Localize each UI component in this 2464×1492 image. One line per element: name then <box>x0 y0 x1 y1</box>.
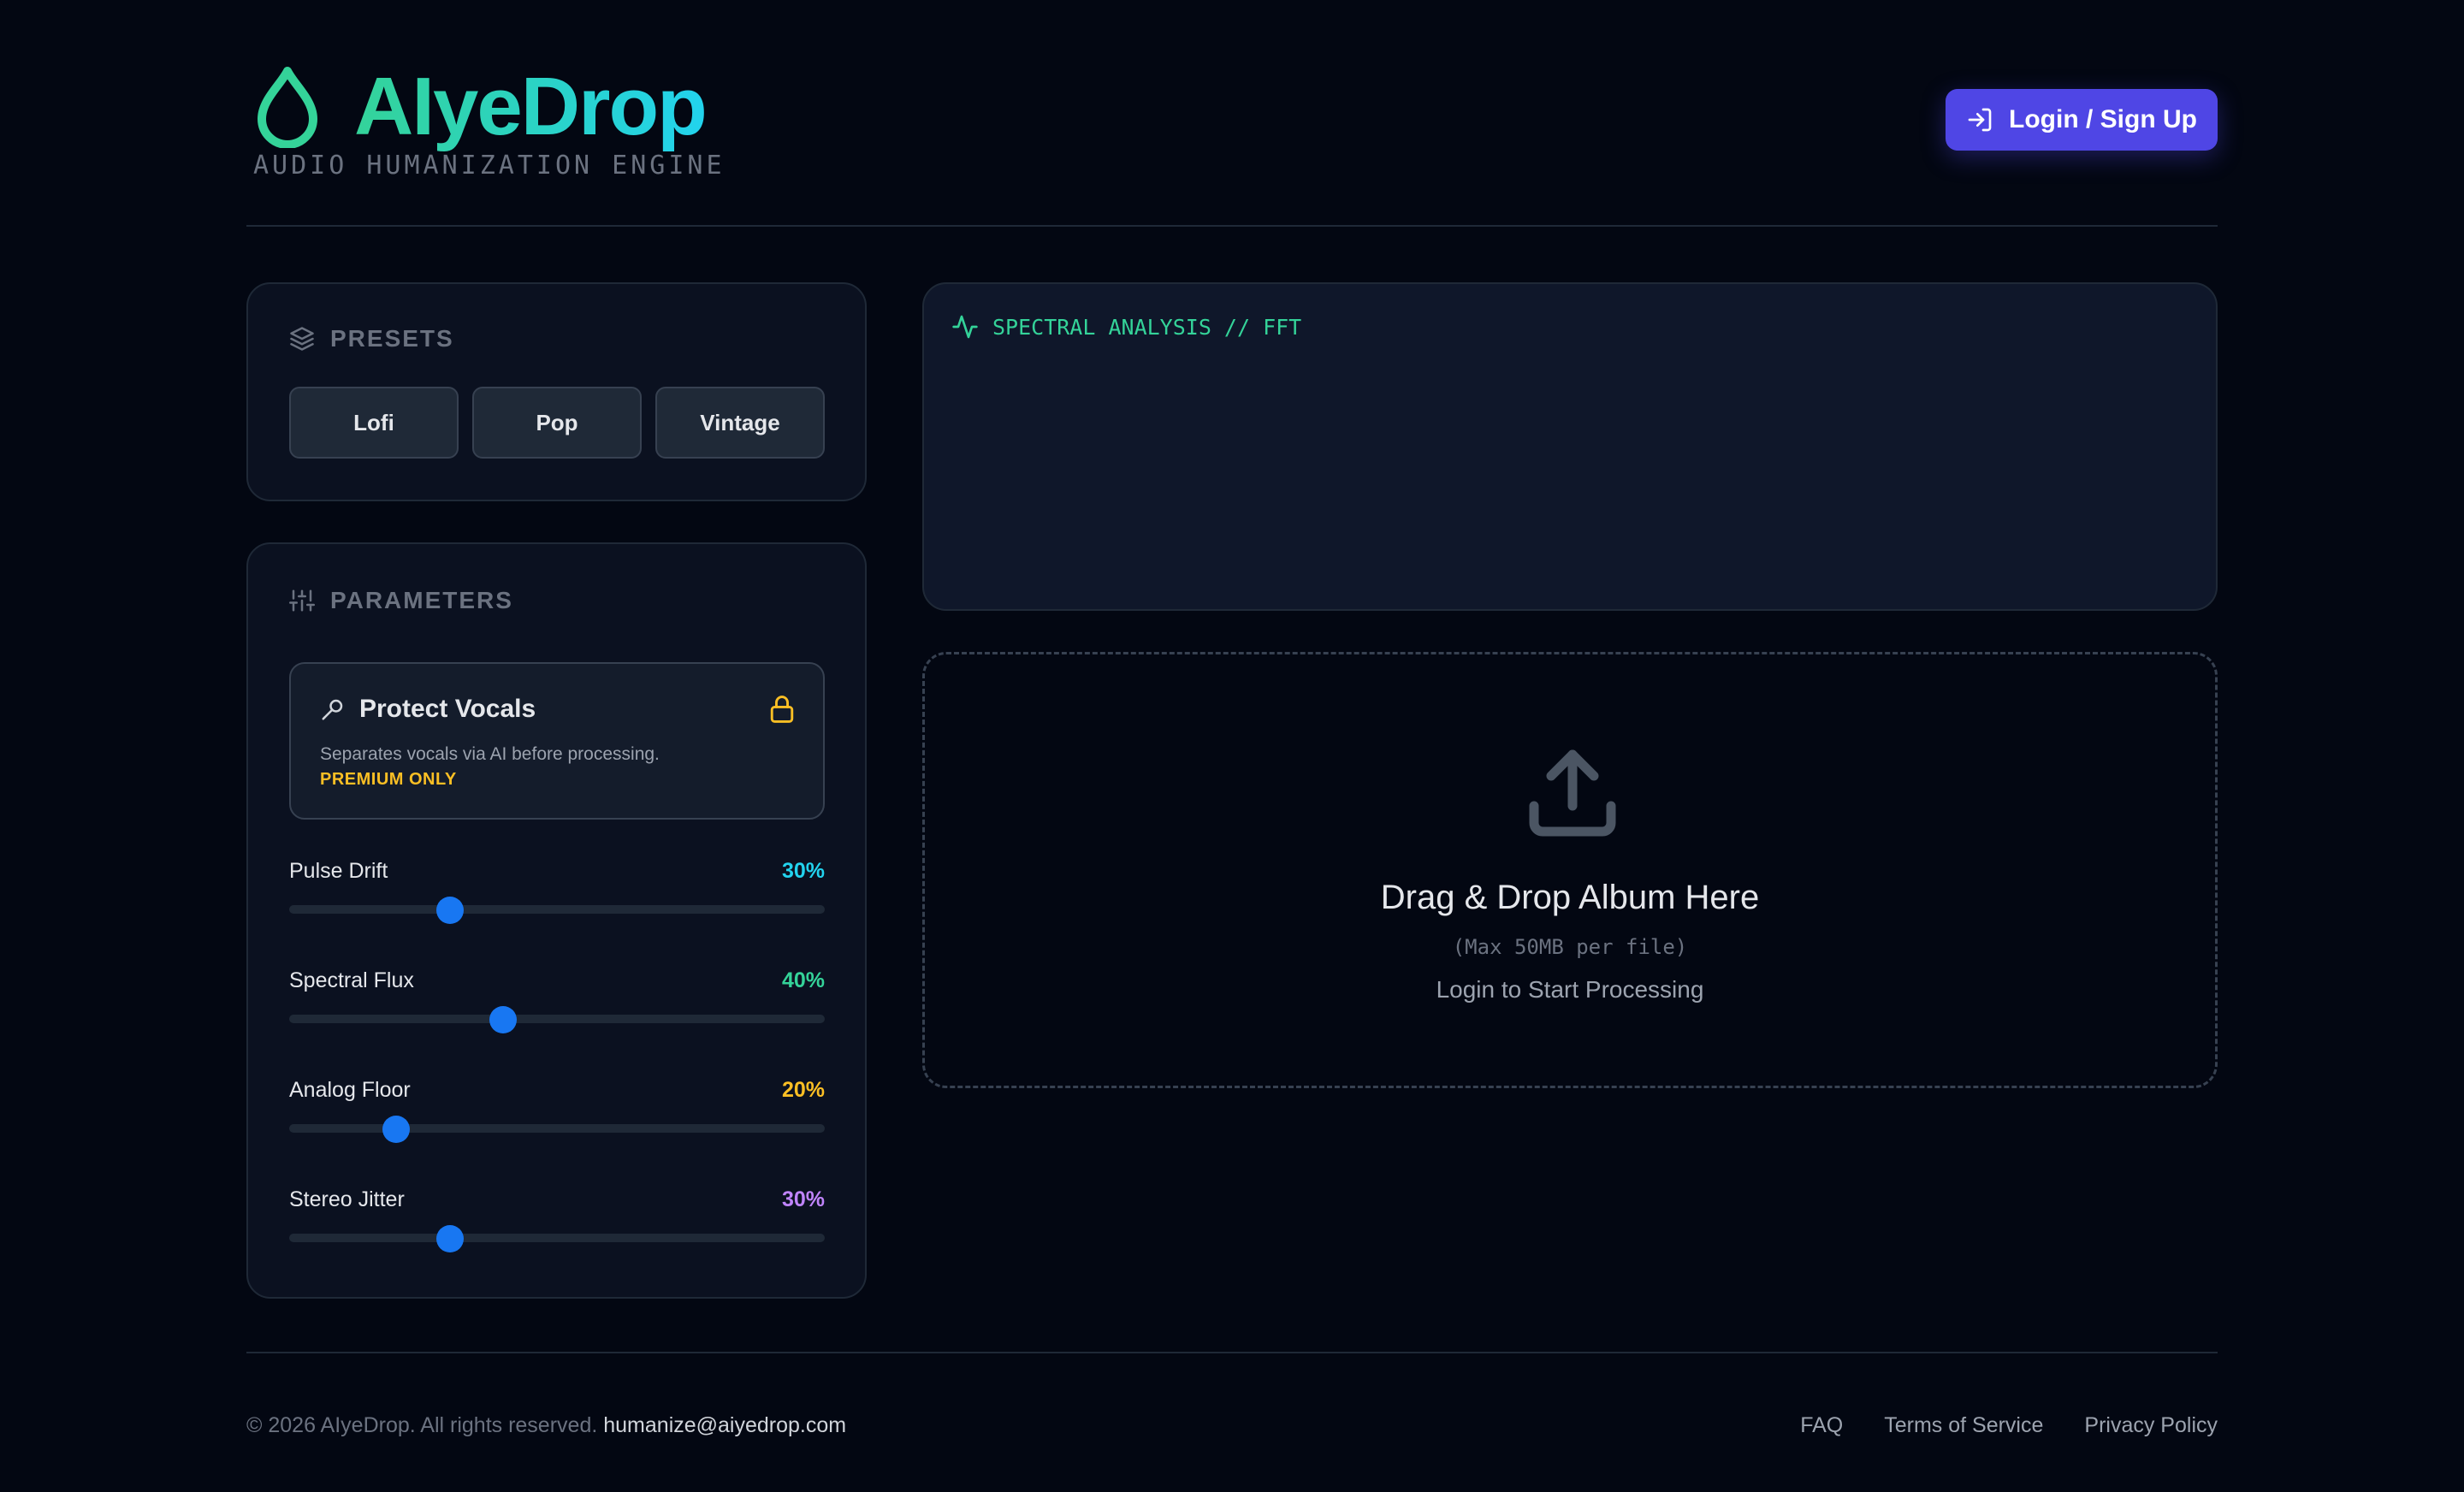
premium-badge: PREMIUM ONLY <box>320 770 457 789</box>
footer-link-faq[interactable]: FAQ <box>1800 1413 1843 1438</box>
header: AIyeDrop AUDIO HUMANIZATION ENGINE Login… <box>246 51 2218 227</box>
pulse-drift-track[interactable] <box>289 905 825 914</box>
login-signup-label: Login / Sign Up <box>2009 105 2197 133</box>
drop-zone-title: Drag & Drop Album Here <box>1380 879 1760 916</box>
stereo-jitter-thumb[interactable] <box>435 1225 464 1252</box>
parameters-card: PARAMETERS Protect Vocals Separates voca… <box>246 542 867 1299</box>
analog-floor-track[interactable] <box>289 1124 825 1133</box>
activity-icon <box>952 315 978 339</box>
drop-zone-login-prompt: Login to Start Processing <box>1436 976 1704 1003</box>
protect-vocals-header: Protect Vocals <box>320 695 536 724</box>
presets-card: PRESETS Lofi Pop Vintage <box>246 282 867 501</box>
stereo-jitter-slider[interactable]: Stereo Jitter 30% <box>289 1187 825 1252</box>
spectral-flux-label: Spectral Flux <box>289 968 414 992</box>
drop-zone-max-size: (Max 50MB per file) <box>1452 935 1688 959</box>
protect-vocals-title: Protect Vocals <box>359 695 536 723</box>
analog-floor-label: Analog Floor <box>289 1078 411 1102</box>
analog-floor-value: 20% <box>781 1078 825 1102</box>
spectral-flux-slider[interactable]: Spectral Flux 40% <box>289 968 825 1033</box>
copyright-text: © 2026 AIyeDrop. All rights reserved. hu… <box>246 1413 846 1438</box>
spectral-flux-track[interactable] <box>289 1015 825 1023</box>
pulse-drift-thumb[interactable] <box>435 897 464 924</box>
login-icon <box>1968 108 1992 132</box>
layers-icon <box>290 327 314 351</box>
footer: © 2026 AIyeDrop. All rights reserved. hu… <box>246 1352 2218 1492</box>
spectral-flux-thumb[interactable] <box>489 1006 518 1033</box>
app-title: AIyeDrop <box>354 61 708 152</box>
lock-icon <box>770 696 794 723</box>
spectral-analysis-panel: SPECTRAL ANALYSIS // FFT <box>922 282 2218 611</box>
album-drop-zone[interactable]: Drag & Drop Album Here (Max 50MB per fil… <box>922 652 2218 1088</box>
microphone-icon <box>322 699 343 720</box>
droplet-icon <box>258 67 317 148</box>
presets-header: PRESETS <box>289 325 454 352</box>
preset-vintage-button[interactable]: Vintage <box>655 387 825 459</box>
preset-lofi-button[interactable]: Lofi <box>289 387 459 459</box>
contact-email-link[interactable]: humanize@aiyedrop.com <box>603 1413 846 1437</box>
spectral-analysis-header: SPECTRAL ANALYSIS // FFT <box>951 313 1301 340</box>
brand[interactable]: AIyeDrop <box>255 60 708 154</box>
protect-vocals-description: Separates vocals via AI before processin… <box>320 744 660 764</box>
copyright-label: © 2026 AIyeDrop. All rights reserved. <box>246 1413 598 1437</box>
pulse-drift-slider[interactable]: Pulse Drift 30% <box>289 859 825 924</box>
stereo-jitter-track[interactable] <box>289 1234 825 1242</box>
analog-floor-slider[interactable]: Analog Floor 20% <box>289 1078 825 1143</box>
upload-icon <box>1529 749 1616 837</box>
stereo-jitter-label: Stereo Jitter <box>289 1187 405 1211</box>
footer-link-terms[interactable]: Terms of Service <box>1884 1413 2043 1438</box>
app-container: AIyeDrop AUDIO HUMANIZATION ENGINE Login… <box>246 0 2218 1492</box>
spectral-flux-value: 40% <box>781 968 825 992</box>
pulse-drift-value: 30% <box>781 859 825 883</box>
preset-buttons: Lofi Pop Vintage <box>289 387 825 459</box>
parameters-title: PARAMETERS <box>330 587 513 613</box>
presets-title: PRESETS <box>330 325 454 352</box>
analog-floor-thumb[interactable] <box>382 1116 411 1143</box>
footer-link-privacy[interactable]: Privacy Policy <box>2084 1413 2218 1438</box>
footer-links: FAQ Terms of Service Privacy Policy <box>1800 1413 2218 1438</box>
preset-pop-button[interactable]: Pop <box>472 387 642 459</box>
pulse-drift-label: Pulse Drift <box>289 859 388 883</box>
stereo-jitter-value: 30% <box>781 1187 825 1211</box>
login-signup-button[interactable]: Login / Sign Up <box>1946 89 2218 151</box>
protect-vocals-option[interactable]: Protect Vocals Separates vocals via AI b… <box>289 662 825 820</box>
sliders-icon <box>289 589 315 612</box>
parameters-header: PARAMETERS <box>289 587 513 614</box>
app-subtitle: AUDIO HUMANIZATION ENGINE <box>253 151 726 181</box>
spectral-analysis-title: SPECTRAL ANALYSIS // FFT <box>992 314 1302 340</box>
